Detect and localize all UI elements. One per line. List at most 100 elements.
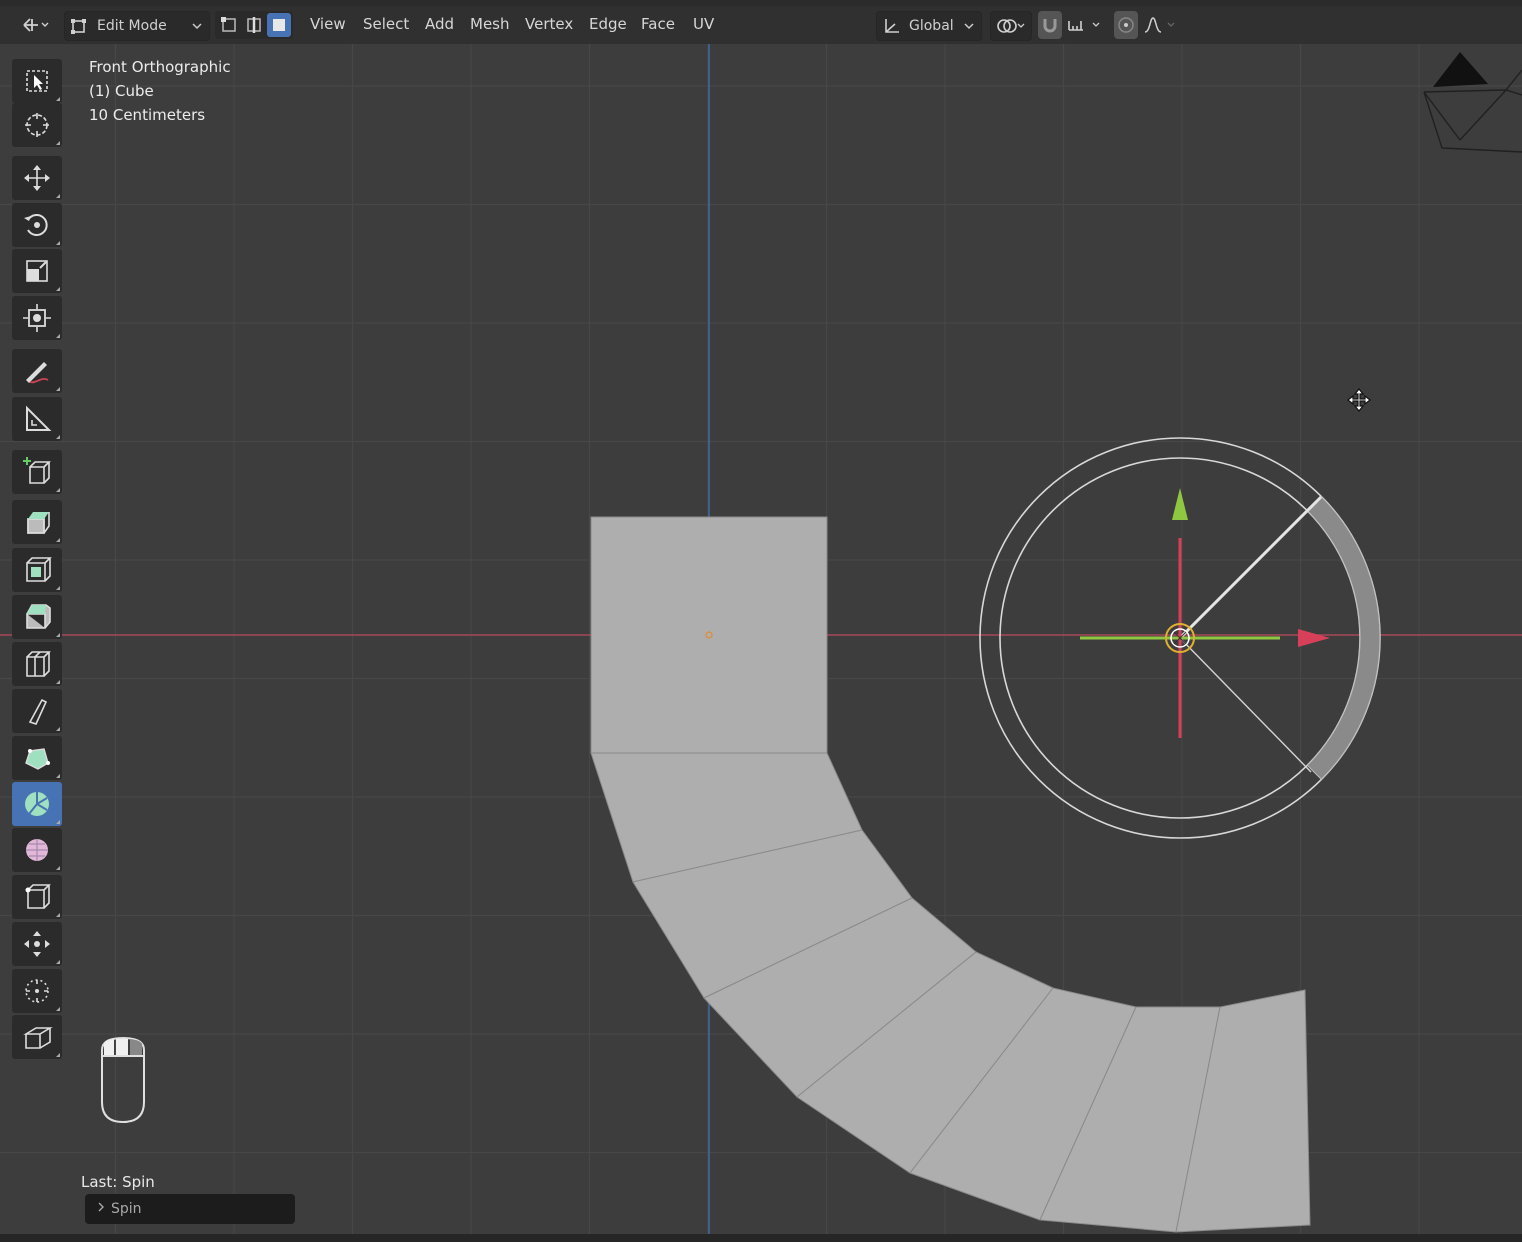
snap-toggle[interactable]	[1038, 11, 1062, 39]
spin-mesh[interactable]	[590, 516, 1311, 1233]
gizmo-arrow-right[interactable]	[1298, 629, 1330, 647]
last-operator-label: Last: Spin	[81, 1173, 155, 1191]
proportional-edit-icon	[1118, 17, 1134, 33]
pivot-icon	[997, 19, 1025, 33]
tool-move-button[interactable]	[12, 156, 62, 200]
menu-add[interactable]: Add	[425, 15, 454, 33]
poly-build-icon	[25, 748, 50, 770]
knife-icon	[28, 698, 48, 725]
smooth-icon	[26, 839, 48, 861]
camera-object[interactable]	[1423, 52, 1522, 153]
editor-type-icon	[23, 18, 49, 32]
tool-poly-build-button[interactable]	[12, 736, 62, 780]
tool-cursor-button[interactable]	[12, 103, 62, 147]
cursor-icon	[25, 113, 49, 137]
vertex-select-icon	[221, 17, 236, 32]
orientation-icon	[885, 19, 899, 33]
tool-spin-button[interactable]	[12, 782, 62, 826]
viewport-canvas[interactable]	[0, 44, 1522, 1234]
tool-transform-button[interactable]	[12, 296, 62, 340]
3d-viewport[interactable]: Front Orthographic (1) Cube 10 Centimete…	[0, 44, 1522, 1234]
status-bar	[0, 1234, 1522, 1242]
tool-scale-button[interactable]	[12, 249, 62, 293]
orientation-label: Global	[909, 18, 954, 34]
face-select-icon	[273, 19, 285, 31]
menu-select[interactable]: Select	[363, 15, 409, 33]
last-operator-panel-label: Spin	[111, 1201, 142, 1217]
edit-mode-icon	[71, 19, 86, 34]
loop-cut-icon	[26, 651, 51, 677]
mode-dropdown[interactable]: Edit Mode	[64, 11, 210, 41]
annotate-icon	[26, 362, 49, 384]
transform-orientation-dropdown[interactable]: Global	[876, 11, 982, 41]
rotate-icon	[24, 214, 48, 236]
mode-label: Edit Mode	[97, 18, 167, 34]
chevron-down-icon	[192, 23, 202, 30]
extrude-region-icon	[27, 512, 50, 534]
grid-scale: 10 Centimeters	[89, 106, 206, 124]
face-select-button[interactable]	[267, 13, 291, 37]
scale-icon	[26, 260, 48, 282]
tool-knife-button[interactable]	[12, 689, 62, 733]
menu-view[interactable]: View	[310, 15, 346, 33]
select-box-icon	[26, 70, 48, 92]
menu-face[interactable]: Face	[641, 15, 675, 33]
tool-rotate-button[interactable]	[12, 203, 62, 247]
menu-uv[interactable]: UV	[693, 15, 714, 33]
gizmo-arrow-up[interactable]	[1172, 488, 1188, 520]
tool-shear-button[interactable]	[12, 969, 62, 1013]
mouse-hint-icon	[101, 1036, 145, 1124]
editor-type-button[interactable]	[14, 11, 56, 39]
camera-triangle	[1433, 52, 1488, 87]
snap-target-dropdown[interactable]	[1064, 11, 1106, 39]
chevron-down-icon	[964, 23, 974, 30]
view-name: Front Orthographic	[89, 58, 231, 76]
falloff-curve-icon	[1144, 17, 1175, 33]
viewport-info-overlay: Front Orthographic (1) Cube 10 Centimete…	[89, 55, 231, 127]
bevel-icon	[26, 604, 51, 629]
shear-icon	[25, 979, 49, 1003]
select-mode-group	[215, 11, 293, 39]
vertex-select-button[interactable]	[217, 13, 241, 37]
viewport-header: Edit Mode View Select Add Mesh Vertex Ed…	[0, 6, 1522, 44]
measure-icon	[26, 405, 52, 431]
gizmo-spin-start-line[interactable]	[1178, 495, 1323, 640]
tool-edge-slide-button[interactable]	[12, 875, 62, 919]
add-cube-icon	[23, 457, 51, 484]
menu-edge[interactable]: Edge	[589, 15, 627, 33]
tool-add-cube-button[interactable]	[12, 450, 62, 494]
spin-icon	[25, 792, 49, 816]
spin-gizmo[interactable]	[979, 437, 1381, 839]
tool-shelf	[10, 55, 66, 1060]
rip-region-icon	[23, 1027, 53, 1049]
proportional-edit-toggle[interactable]	[1114, 11, 1138, 39]
gizmo-spin-end-line	[1179, 637, 1312, 773]
tool-annotate-button[interactable]	[12, 349, 62, 393]
transform-icon	[23, 304, 51, 332]
tool-extrude-region-button[interactable]	[12, 500, 62, 544]
pivot-point-dropdown[interactable]	[990, 11, 1032, 41]
snap-increment-icon	[1068, 21, 1100, 31]
tool-loop-cut-button[interactable]	[12, 642, 62, 686]
shrink-fatten-icon	[24, 931, 50, 957]
tool-smooth-button[interactable]	[12, 828, 62, 872]
edge-slide-icon	[25, 884, 51, 909]
mesh-face-top[interactable]	[590, 516, 828, 754]
tool-bevel-button[interactable]	[12, 595, 62, 639]
tool-select-box-button[interactable]	[12, 59, 62, 103]
edge-select-icon	[247, 17, 261, 33]
menu-vertex[interactable]: Vertex	[525, 15, 573, 33]
menu-mesh[interactable]: Mesh	[470, 15, 510, 33]
inset-faces-icon	[26, 557, 52, 582]
tool-shrink-fatten-button[interactable]	[12, 922, 62, 966]
edge-select-button[interactable]	[242, 13, 266, 37]
chevron-right-icon	[97, 1201, 105, 1217]
tool-inset-faces-button[interactable]	[12, 548, 62, 592]
last-operator-panel[interactable]: Spin	[85, 1194, 295, 1224]
tool-measure-button[interactable]	[12, 397, 62, 441]
object-name: (1) Cube	[89, 82, 154, 100]
magnet-icon	[1043, 19, 1057, 33]
falloff-dropdown[interactable]	[1140, 11, 1180, 39]
move-icon	[24, 165, 50, 191]
tool-rip-region-button[interactable]	[12, 1015, 62, 1059]
